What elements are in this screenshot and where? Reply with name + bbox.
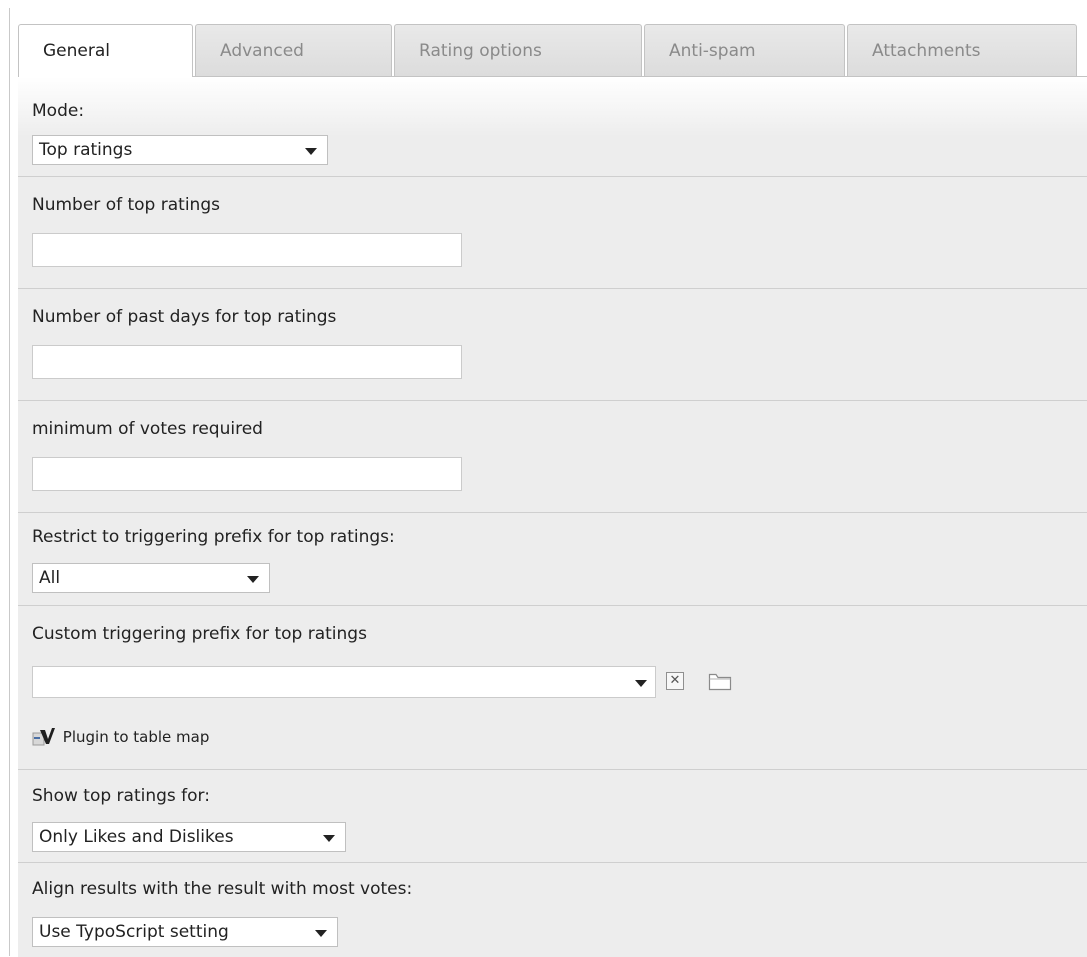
tab-bar: General Advanced Rating options Anti-spa… bbox=[18, 24, 1087, 77]
field-custom-prefix: Custom triggering prefix for top ratings… bbox=[18, 606, 1087, 770]
custom-prefix-label: Custom triggering prefix for top ratings bbox=[32, 624, 367, 644]
tab-attachments[interactable]: Attachments bbox=[847, 24, 1077, 76]
folder-icon bbox=[708, 673, 732, 691]
num-top-ratings-input[interactable] bbox=[32, 233, 462, 267]
min-votes-input[interactable] bbox=[32, 457, 462, 491]
show-for-select[interactable]: Only Likes and Dislikes bbox=[32, 822, 346, 852]
past-days-label: Number of past days for top ratings bbox=[32, 307, 337, 327]
field-past-days: Number of past days for top ratings bbox=[18, 289, 1087, 401]
field-number-of-top-ratings: Number of top ratings bbox=[18, 177, 1087, 289]
show-for-value: Only Likes and Dislikes bbox=[39, 827, 234, 847]
plugin-to-table-map-link[interactable]: Plugin to table map bbox=[32, 726, 209, 746]
left-divider bbox=[9, 8, 10, 956]
clear-selection-button[interactable]: ✕ bbox=[666, 672, 684, 690]
tab-anti-spam[interactable]: Anti-spam bbox=[644, 24, 845, 76]
tab-panel-general: Mode: Top ratings Number of top ratings … bbox=[18, 76, 1087, 957]
custom-prefix-select[interactable] bbox=[32, 666, 656, 698]
plugin-settings-form: General Advanced Rating options Anti-spa… bbox=[0, 0, 1087, 957]
chevron-down-icon bbox=[247, 576, 259, 583]
tab-general[interactable]: General bbox=[18, 24, 193, 77]
typo3-plugin-icon bbox=[32, 728, 55, 746]
mode-select-value: Top ratings bbox=[39, 140, 133, 160]
restrict-prefix-label: Restrict to triggering prefix for top ra… bbox=[32, 527, 395, 547]
field-show-top-ratings-for: Show top ratings for: Only Likes and Dis… bbox=[18, 770, 1087, 863]
align-results-select[interactable]: Use TypoScript setting bbox=[32, 917, 338, 947]
chevron-down-icon bbox=[315, 930, 327, 937]
align-results-value: Use TypoScript setting bbox=[39, 922, 229, 942]
browse-button[interactable] bbox=[708, 671, 732, 696]
field-mode: Mode: Top ratings bbox=[18, 77, 1087, 177]
num-top-ratings-label: Number of top ratings bbox=[32, 195, 220, 215]
plugin-to-table-map-label: Plugin to table map bbox=[62, 728, 210, 746]
field-restrict-prefix: Restrict to triggering prefix for top ra… bbox=[18, 513, 1087, 606]
min-votes-label: minimum of votes required bbox=[32, 419, 263, 439]
tab-advanced[interactable]: Advanced bbox=[195, 24, 392, 76]
mode-label: Mode: bbox=[32, 101, 85, 121]
tab-rating-options[interactable]: Rating options bbox=[394, 24, 642, 76]
chevron-down-icon bbox=[323, 835, 335, 842]
field-minimum-votes: minimum of votes required bbox=[18, 401, 1087, 513]
field-align-results: Align results with the result with most … bbox=[18, 863, 1087, 957]
mode-select[interactable]: Top ratings bbox=[32, 135, 328, 165]
chevron-down-icon bbox=[635, 680, 647, 687]
show-for-label: Show top ratings for: bbox=[32, 786, 210, 806]
close-icon: ✕ bbox=[669, 673, 681, 688]
past-days-input[interactable] bbox=[32, 345, 462, 379]
align-results-label: Align results with the result with most … bbox=[32, 879, 413, 899]
restrict-prefix-value: All bbox=[39, 568, 61, 588]
chevron-down-icon bbox=[305, 148, 317, 155]
restrict-prefix-select[interactable]: All bbox=[32, 563, 270, 593]
